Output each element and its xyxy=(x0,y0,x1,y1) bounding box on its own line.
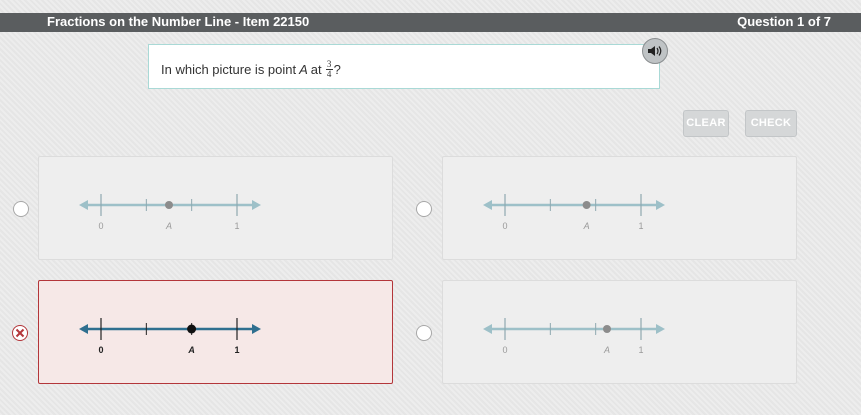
option-2-number-line: 0 A 1 xyxy=(483,194,665,231)
fraction-numerator: 3 xyxy=(326,59,332,69)
right-arrow-icon xyxy=(656,324,665,334)
right-arrow-icon xyxy=(252,200,261,210)
label-zero: 0 xyxy=(502,345,507,355)
option-4-number-line: 0 A 1 xyxy=(483,318,665,355)
label-zero: 0 xyxy=(98,221,103,231)
prompt-text: In which picture is point A at 3 4 ? xyxy=(161,60,341,79)
label-point-a: A xyxy=(165,221,172,231)
label-one: 1 xyxy=(234,221,239,231)
label-point-a: A xyxy=(603,345,610,355)
prompt-text-before: In which picture is point xyxy=(161,62,297,77)
label-zero: 0 xyxy=(98,345,103,355)
audio-button[interactable] xyxy=(642,38,668,64)
left-arrow-icon xyxy=(483,324,492,334)
option-1-number-line: 0 A 1 xyxy=(79,194,261,231)
label-one: 1 xyxy=(638,345,643,355)
left-arrow-icon xyxy=(483,200,492,210)
label-one: 1 xyxy=(234,345,239,355)
option-4-card[interactable]: 0 A 1 xyxy=(442,280,797,384)
prompt-text-at: at xyxy=(310,62,322,77)
fraction-denominator: 4 xyxy=(326,69,332,79)
option-1-radio[interactable] xyxy=(13,201,29,217)
point-a-marker xyxy=(582,201,591,209)
option-1-card[interactable]: 0 A 1 xyxy=(38,156,393,260)
question-counter: Question 1 of 7 xyxy=(737,14,831,29)
option-3-number-line: 0 A 1 xyxy=(79,318,261,355)
activity-title: Fractions on the Number Line - Item 2215… xyxy=(47,14,310,29)
point-a-marker xyxy=(165,201,173,209)
clear-button[interactable]: CLEAR xyxy=(683,110,729,137)
left-arrow-icon xyxy=(79,324,88,334)
label-one: 1 xyxy=(638,221,643,231)
prompt-fraction: 3 4 xyxy=(325,59,333,79)
question-prompt: In which picture is point A at 3 4 ? xyxy=(148,44,660,89)
option-3-radio[interactable] xyxy=(12,325,28,341)
right-arrow-icon xyxy=(252,324,261,334)
right-arrow-icon xyxy=(656,200,665,210)
left-arrow-icon xyxy=(79,200,88,210)
point-a-marker xyxy=(603,325,611,333)
option-4-radio[interactable] xyxy=(416,325,432,341)
header-bar: Fractions on the Number Line - Item 2215… xyxy=(0,13,861,32)
speaker-icon xyxy=(648,46,662,56)
prompt-text-after: ? xyxy=(333,62,341,77)
label-point-a: A xyxy=(187,345,195,355)
check-button[interactable]: CHECK xyxy=(745,110,797,137)
option-2-radio[interactable] xyxy=(416,201,432,217)
option-2-card[interactable]: 0 A 1 xyxy=(442,156,797,260)
incorrect-x-icon xyxy=(15,328,25,338)
point-a-marker xyxy=(187,324,197,334)
prompt-variable: A xyxy=(299,62,308,77)
label-zero: 0 xyxy=(502,221,507,231)
label-point-a: A xyxy=(583,221,590,231)
option-3-card[interactable]: 0 A 1 xyxy=(38,280,393,384)
